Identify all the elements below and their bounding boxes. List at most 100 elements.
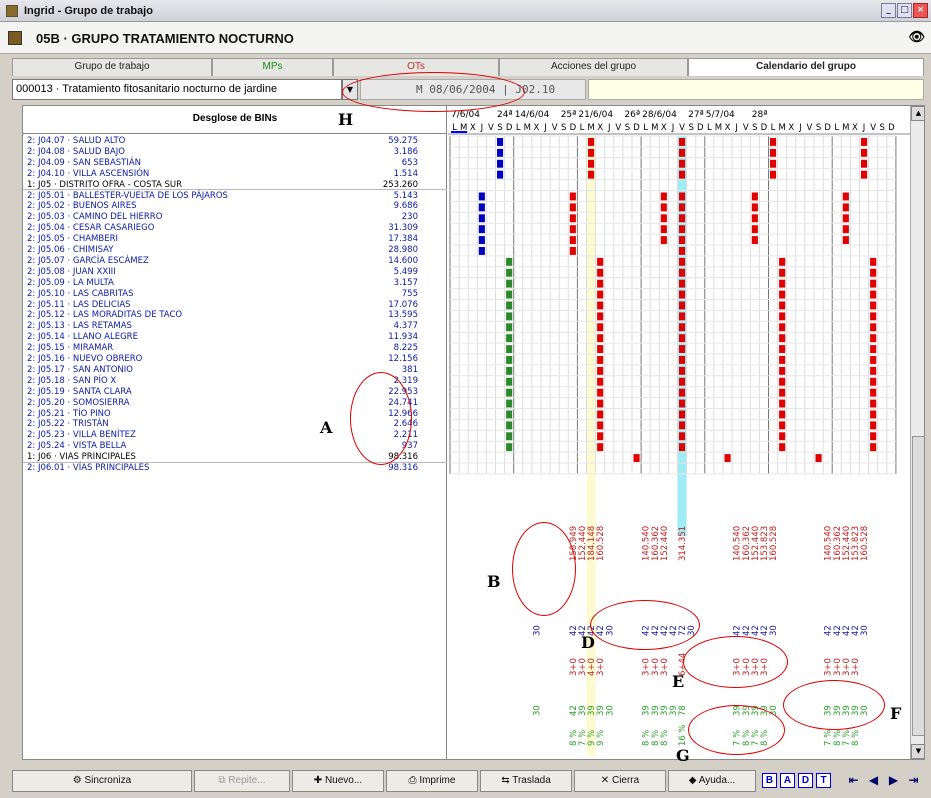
bin-name: 2: J05.05 · CHAMBERI bbox=[27, 234, 119, 245]
scroll-thumb[interactable] bbox=[912, 436, 924, 736]
annotation-d: D bbox=[581, 633, 595, 652]
group-row[interactable]: 1: J05 · DISTRITO OFRA - COSTA SUR 253.26… bbox=[23, 180, 447, 191]
bin-name: 2: J05.09 · LA MULTA bbox=[27, 277, 114, 288]
annotation-oval-f bbox=[783, 680, 885, 730]
table-row[interactable]: 2: J05.11 · LAS DELICIAS 17.076 bbox=[23, 300, 447, 311]
schedule-marker bbox=[870, 323, 877, 332]
schedule-marker bbox=[779, 268, 786, 277]
summary-value: 30 bbox=[605, 705, 615, 716]
schedule-marker bbox=[597, 290, 604, 299]
last-icon[interactable]: ⇥ bbox=[906, 773, 921, 788]
t-button[interactable]: T bbox=[816, 773, 831, 788]
table-row[interactable]: 2: J05.14 · LLANO ALEGRE 11.934 bbox=[23, 332, 447, 343]
help-button[interactable]: ◆ Ayuda... bbox=[668, 770, 756, 792]
print-button[interactable]: ⎙ Imprime bbox=[386, 770, 478, 792]
help-label: Ayuda... bbox=[698, 775, 736, 786]
schedule-marker bbox=[506, 377, 513, 386]
d-button[interactable]: D bbox=[798, 773, 813, 788]
schedule-marker bbox=[506, 366, 513, 375]
scroll-up-icon[interactable]: ▲ bbox=[911, 106, 924, 121]
annotation-oval-e bbox=[683, 636, 788, 688]
task-select[interactable]: 000013 · Tratamiento fitosanitario noctu… bbox=[12, 79, 342, 100]
schedule-marker bbox=[870, 377, 877, 386]
day-letter: D bbox=[570, 123, 577, 133]
schedule-marker bbox=[842, 214, 849, 223]
new-button[interactable]: ✚ Nuevo... bbox=[292, 770, 384, 792]
table-row[interactable]: 2: J04.07 · SALUD ALTO 59.275 bbox=[23, 136, 447, 147]
vertical-scrollbar[interactable]: ▲ ▼ bbox=[910, 106, 924, 759]
restore-button[interactable]: □ bbox=[897, 3, 912, 18]
day-letter: D bbox=[888, 123, 895, 133]
bin-name: 2: J05.01 · BALLESTER-VUELTA DE LOS PÁJA… bbox=[27, 190, 228, 201]
tab-mps[interactable]: MPs bbox=[212, 58, 333, 76]
table-row[interactable]: 2: J05.13 · LAS RETAMAS 4.377 bbox=[23, 321, 447, 332]
move-button[interactable]: ⇆ Traslada bbox=[480, 770, 572, 792]
annotation-f: F bbox=[890, 704, 902, 723]
bin-value: 17.384 bbox=[388, 234, 418, 245]
minimize-button[interactable]: _ bbox=[881, 3, 896, 18]
a-button[interactable]: A bbox=[780, 773, 795, 788]
annotation-g: G bbox=[676, 746, 690, 765]
table-row[interactable]: 2: J05.06 · CHIMISAY 28.980 bbox=[23, 245, 447, 256]
tab-calendario-del-grupo[interactable]: Calendario del grupo bbox=[688, 58, 924, 76]
table-row[interactable]: 2: J04.09 · SAN SEBASTIÁN 653 bbox=[23, 158, 447, 169]
first-icon[interactable]: ⇤ bbox=[846, 773, 861, 788]
annotation-oval-b bbox=[512, 522, 576, 616]
bin-name: 2: J05.13 · LAS RETAMAS bbox=[27, 321, 132, 332]
day-letter: S bbox=[880, 123, 885, 133]
tab-acciones-del-grupo[interactable]: Acciones del grupo bbox=[499, 58, 688, 76]
b-button[interactable]: B bbox=[762, 773, 777, 788]
tab-grupo-de-trabajo[interactable]: Grupo de trabajo bbox=[12, 58, 212, 76]
close-button[interactable]: ✕ Cierra bbox=[574, 770, 666, 792]
day-letter: L bbox=[643, 123, 648, 133]
week-date: 21/6/04 bbox=[578, 110, 613, 120]
schedule-marker bbox=[870, 257, 877, 266]
prev-icon[interactable]: ◀ bbox=[866, 773, 881, 788]
schedule-marker bbox=[679, 443, 686, 452]
table-row[interactable]: 2: J05.01 · BALLESTER-VUELTA DE LOS PÁJA… bbox=[23, 191, 447, 202]
repeat-button[interactable]: ⧉ Repite... bbox=[194, 770, 290, 792]
bin-name: 2: J05.12 · LAS MORADITAS DE TACO bbox=[27, 310, 183, 321]
bin-name: 2: J05.24 · VISTA BELLA bbox=[27, 441, 127, 452]
day-letter: V bbox=[552, 123, 558, 133]
scroll-down-icon[interactable]: ▼ bbox=[911, 744, 924, 759]
table-row[interactable]: 2: J05.15 · MIRAMAR 8.225 bbox=[23, 343, 447, 354]
table-row[interactable]: 2: J05.05 · CHAMBERI 17.384 bbox=[23, 234, 447, 245]
schedule-marker bbox=[870, 366, 877, 375]
repeat-label: Repite... bbox=[228, 775, 266, 786]
sync-button[interactable]: ⚙ Sincroniza bbox=[12, 770, 192, 792]
schedule-marker bbox=[588, 159, 595, 168]
table-row[interactable]: 2: J05.09 · LA MULTA 3.157 bbox=[23, 278, 447, 289]
table-row[interactable]: 2: J05.12 · LAS MORADITAS DE TACO 13.595 bbox=[23, 310, 447, 321]
table-row[interactable]: 2: J05.16 · NUEVO OBRERO 12.156 bbox=[23, 354, 447, 365]
schedule-marker bbox=[506, 268, 513, 277]
day-letter: L bbox=[580, 123, 585, 133]
bin-value: 3.186 bbox=[393, 146, 418, 157]
bin-value: 3.157 bbox=[393, 277, 418, 288]
day-letter: J bbox=[734, 123, 738, 133]
table-row[interactable]: 2: J05.03 · CAMINO DEL HIERRO 230 bbox=[23, 212, 447, 223]
notes-field[interactable] bbox=[588, 79, 924, 100]
schedule-marker bbox=[597, 312, 604, 321]
schedule-marker bbox=[478, 225, 485, 234]
table-row[interactable]: 2: J05.07 · GARCÍA ESCÁMEZ 14.600 bbox=[23, 256, 447, 267]
table-row[interactable]: 2: J05.04 · CESAR CASARIEGO 31.309 bbox=[23, 223, 447, 234]
app-icon bbox=[6, 5, 18, 17]
next-icon[interactable]: ▶ bbox=[886, 773, 901, 788]
schedule-marker bbox=[679, 345, 686, 353]
bin-value: 653 bbox=[401, 157, 418, 168]
table-row[interactable]: 2: J05.10 · LAS CABRITAS 755 bbox=[23, 289, 447, 300]
table-row[interactable]: 2: J05.08 · JUAN XXIII 5.499 bbox=[23, 267, 447, 278]
schedule-marker bbox=[597, 257, 604, 266]
binoculars-icon[interactable]: 👁 bbox=[908, 30, 925, 45]
close-window-button[interactable]: × bbox=[913, 3, 928, 18]
schedule-marker bbox=[779, 290, 786, 299]
table-row[interactable]: 2: J05.02 · BUENOS AIRES 9.686 bbox=[23, 201, 447, 212]
schedule-marker bbox=[679, 323, 686, 332]
calendar-grid: Desglose de BINs 2: J04.07 · SALUD ALTO 5… bbox=[22, 105, 925, 760]
bin-value: 755 bbox=[401, 288, 418, 299]
schedule-marker bbox=[569, 214, 576, 223]
schedule-marker bbox=[569, 225, 576, 234]
table-row[interactable]: 2: J04.10 · VILLA ASCENSIÓN 1.514 bbox=[23, 169, 447, 180]
table-row[interactable]: 2: J04.08 · SALUD BAJO 3.186 bbox=[23, 147, 447, 158]
